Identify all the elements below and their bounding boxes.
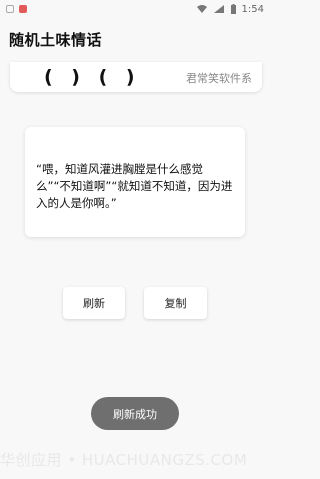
copy-button[interactable]: 复制 — [144, 287, 207, 319]
signal-icon — [213, 5, 224, 13]
banner-card[interactable]: ( ) ( ) 君常笑软件系 — [10, 62, 262, 92]
banner-text: 君常笑软件系 — [186, 72, 252, 85]
status-time: 1:54 — [241, 3, 264, 15]
toast-message: 刷新成功 — [91, 397, 179, 430]
status-right: 1:54 — [196, 4, 264, 15]
app-title: 随机土味情话 — [9, 30, 103, 49]
refresh-button[interactable]: 刷新 — [63, 287, 125, 319]
app-bar: 随机土味情话 — [0, 18, 270, 60]
wifi-icon — [196, 5, 207, 13]
quote-text: “喂，知道风灌进胸膛是什么感觉么”“不知道啊”“就知道不知道，因为进入的人是你啊… — [36, 162, 233, 210]
notification-icon — [6, 5, 14, 13]
battery-icon — [230, 4, 236, 14]
banner-glyphs: ( ) ( ) — [44, 66, 141, 88]
watermark: 华创应用 • HUACHUANGZS.COM — [0, 451, 248, 467]
status-left — [6, 5, 27, 13]
alert-icon — [19, 5, 27, 13]
status-bar: 1:54 — [0, 0, 270, 18]
quote-card: “喂，知道风灌进胸膛是什么感觉么”“不知道啊”“就知道不知道，因为进入的人是你啊… — [25, 127, 245, 237]
